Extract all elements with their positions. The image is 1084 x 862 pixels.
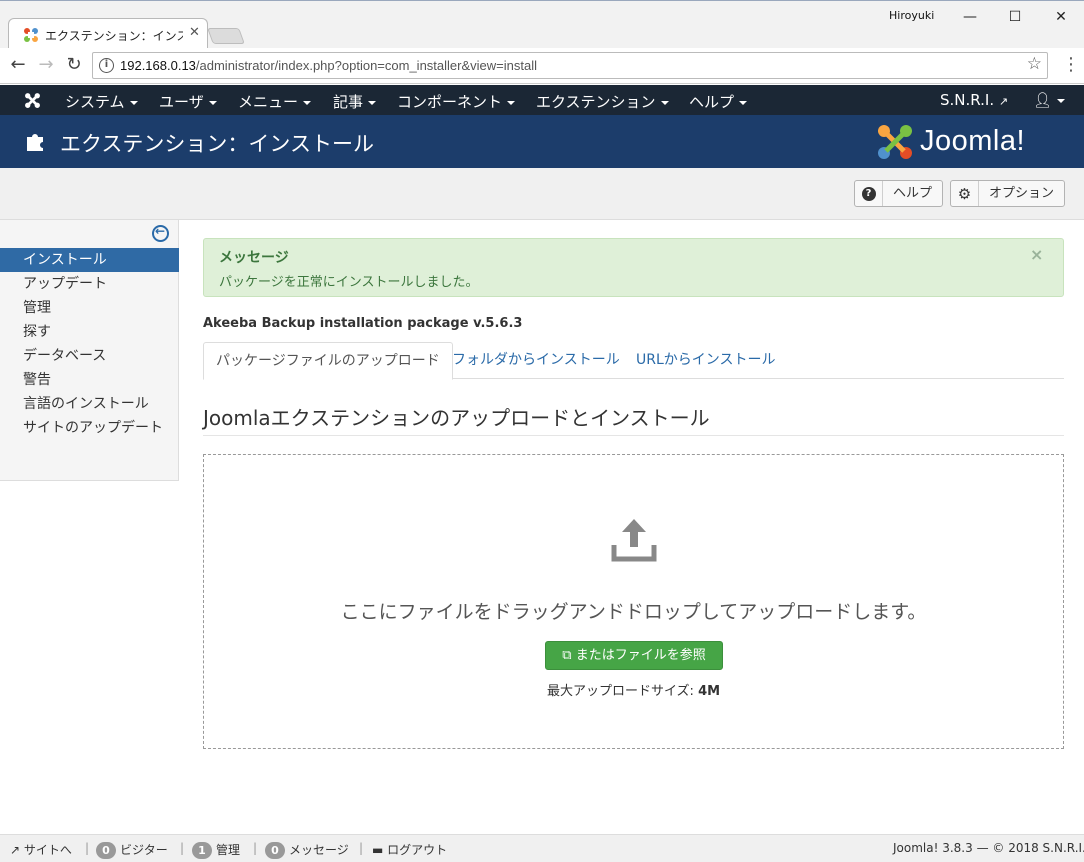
external-link-icon: ↗	[998, 95, 1009, 108]
puzzle-icon	[27, 134, 43, 151]
url-text[interactable]: 192.168.0.13/administrator/index.php?opt…	[120, 58, 537, 73]
divider: |	[85, 841, 90, 855]
page-title: エクステンション：インストール	[60, 132, 374, 156]
nav-users[interactable]: ユーザ	[159, 91, 217, 112]
nav-site-link[interactable]: S.N.R.I. ↗	[940, 91, 1008, 109]
joomla-favicon-icon	[24, 28, 38, 42]
alert-message: パッケージを正常にインストールしました。	[219, 275, 479, 290]
browser-menu-icon[interactable]: ⋮	[1062, 54, 1080, 76]
nav-user-menu[interactable]: 👤︎	[1033, 91, 1066, 109]
question-icon: ?	[855, 181, 883, 206]
messages-count-badge: 0	[265, 842, 285, 859]
success-alert: メッセージ パッケージを正常にインストールしました。 ×	[203, 238, 1064, 297]
joomla-home-icon[interactable]	[24, 92, 41, 109]
divider: |	[253, 841, 258, 855]
sidebar-item-update-sites[interactable]: サイトのアップデート	[0, 416, 179, 440]
sidebar-item-install[interactable]: インストール	[0, 248, 179, 272]
footer-copyright: Joomla! 3.8.3 — © 2018 S.N.R.I.	[893, 841, 1084, 855]
footer-logout[interactable]: ▬ ログアウト	[372, 841, 447, 858]
action-toolbar: ? ヘルプ ⚙ オプション	[0, 168, 1084, 220]
admins-count-badge: 1	[192, 842, 212, 859]
footer-messages[interactable]: 0 メッセージ	[265, 841, 349, 859]
alert-close-icon[interactable]: ×	[1030, 245, 1043, 264]
options-button[interactable]: ⚙ オプション	[950, 180, 1066, 207]
tab-close-icon[interactable]: ✕	[189, 25, 200, 40]
nav-components[interactable]: コンポーネント	[397, 91, 516, 112]
browse-file-button[interactable]: ⧉ またはファイルを参照	[545, 641, 723, 670]
nav-menus[interactable]: メニュー	[238, 91, 312, 112]
sidebar: ← インストール アップデート 管理 探す データベース 警告 言語のインストー…	[0, 220, 179, 481]
visitors-count-badge: 0	[96, 842, 116, 859]
chevron-down-icon	[507, 100, 516, 105]
reload-icon[interactable]: ↻	[62, 54, 86, 78]
minimize-icon[interactable]: —	[947, 5, 993, 29]
dropzone-text: ここにファイルをドラッグアンドドロップしてアップロードします。	[340, 601, 927, 623]
upload-icon	[611, 519, 657, 562]
minus-icon: ▬	[372, 843, 384, 857]
maximize-icon[interactable]: ☐	[992, 5, 1038, 29]
user-icon: 👤︎	[1033, 91, 1053, 109]
new-tab-button[interactable]	[207, 28, 245, 44]
tab-upload-package[interactable]: パッケージファイルのアップロード	[203, 342, 453, 380]
chevron-down-icon	[303, 100, 312, 105]
status-footer: ↗ サイトへ | 0 ビジター | 1 管理 | 0 メッセージ | ▬ ログアウト …	[0, 834, 1084, 862]
help-button[interactable]: ? ヘルプ	[854, 180, 944, 207]
page-header: エクステンション：インストール Joomla!	[0, 115, 1084, 168]
external-link-icon: ↗	[10, 843, 21, 857]
bookmark-star-icon[interactable]: ☆	[1027, 54, 1042, 74]
alert-heading: メッセージ	[219, 250, 289, 266]
chevron-down-icon	[208, 100, 217, 105]
chevron-down-icon	[660, 100, 669, 105]
sidebar-item-database[interactable]: データベース	[0, 344, 179, 368]
package-title: Akeeba Backup installation package v.5.6…	[203, 316, 523, 331]
copy-icon: ⧉	[562, 648, 572, 663]
window-user-name[interactable]: Hiroyuki	[889, 9, 934, 22]
admin-top-nav: システム ユーザ メニュー 記事 コンポーネント エクステンション ヘルプ S.…	[0, 85, 1084, 115]
chevron-down-icon	[368, 100, 377, 105]
browser-tab[interactable]: エクステンション：インストー ✕	[8, 18, 208, 49]
chevron-down-icon	[129, 100, 138, 105]
footer-admins[interactable]: 1 管理	[192, 841, 240, 859]
forward-icon[interactable]: →	[34, 54, 58, 78]
sidebar-toggle-icon[interactable]: ←	[152, 224, 169, 242]
nav-system[interactable]: システム	[65, 91, 138, 112]
nav-extensions[interactable]: エクステンション	[536, 91, 669, 112]
site-info-icon[interactable]: i	[99, 58, 114, 73]
sidebar-item-discover[interactable]: 探す	[0, 320, 179, 344]
tab-title: エクステンション：インストー	[45, 29, 183, 43]
sidebar-item-manage[interactable]: 管理	[0, 296, 179, 320]
back-icon[interactable]: ←	[6, 54, 30, 78]
joomla-logo-icon	[878, 125, 912, 159]
divider: |	[359, 841, 364, 855]
gear-icon: ⚙	[951, 181, 979, 206]
sidebar-item-warnings[interactable]: 警告	[0, 368, 179, 392]
footer-visitors[interactable]: 0 ビジター	[96, 841, 168, 859]
upload-dropzone[interactable]: ここにファイルをドラッグアンドドロップしてアップロードします。 ⧉ またはファイ…	[203, 454, 1064, 749]
install-tabs: パッケージファイルのアップロード フォルダからインストール URLからインストー…	[203, 342, 1064, 380]
footer-view-site[interactable]: ↗ サイトへ	[10, 841, 72, 858]
max-upload-size: 最大アップロードサイズ: 4M	[546, 684, 721, 699]
browser-titlebar: エクステンション：インストー ✕ Hiroyuki — ☐ ✕	[0, 0, 1084, 49]
sidebar-item-install-languages[interactable]: 言語のインストール	[0, 392, 179, 416]
joomla-logo: Joomla!	[876, 123, 1060, 161]
chevron-down-icon	[739, 100, 748, 105]
browser-toolbar: ← → ↻ i 192.168.0.13/administrator/index…	[0, 48, 1084, 84]
sidebar-item-update[interactable]: アップデート	[0, 272, 179, 296]
nav-articles[interactable]: 記事	[333, 91, 377, 112]
chevron-down-icon	[1057, 98, 1066, 103]
section-title: Joomlaエクステンションのアップロードとインストール	[203, 402, 1064, 436]
nav-help[interactable]: ヘルプ	[689, 91, 748, 112]
window-close-icon[interactable]: ✕	[1038, 5, 1084, 29]
address-bar[interactable]: i 192.168.0.13/administrator/index.php?o…	[92, 52, 1048, 79]
divider: |	[180, 841, 185, 855]
tab-install-from-url[interactable]: URLからインストール	[624, 342, 788, 379]
tab-install-from-folder[interactable]: フォルダからインストール	[440, 342, 632, 379]
